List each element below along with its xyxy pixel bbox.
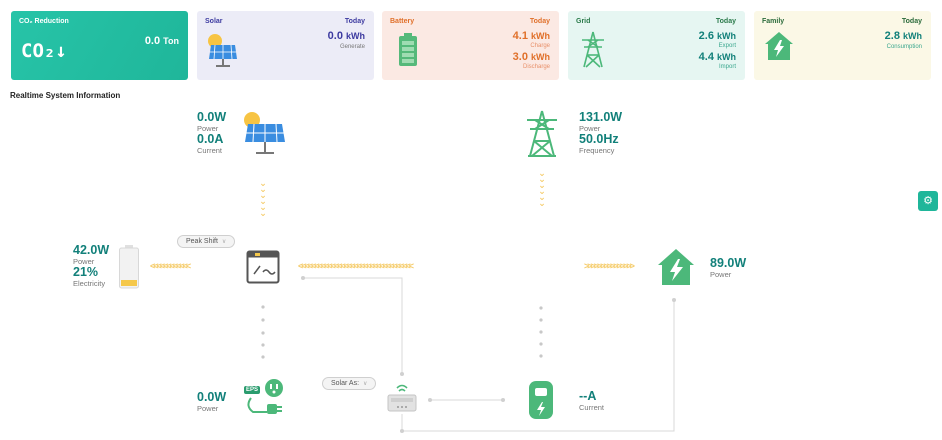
flow-lines — [261, 276, 676, 433]
home-flow-arrows: >>>>>>>>>>>>>>> — [584, 261, 635, 271]
mode-select-value: Peak Shift — [186, 238, 218, 245]
chevron-down-icon: ∨ — [221, 239, 227, 245]
solar-panel-node-icon — [240, 110, 288, 163]
charger-current-value: --A — [579, 389, 597, 403]
grid-flow-arrows: ⌄ ⌄ ⌄ ⌄ ⌄ ⌄ — [538, 168, 546, 208]
eps-plug-icon: EPS — [243, 378, 285, 418]
inverter-flow-arrows: <<<<<<<<<<<<<<<<<<<<<<<<<<<<<<<<<<< — [298, 261, 414, 271]
settings-gear-icon[interactable]: ⚙ — [918, 191, 938, 211]
mode-select[interactable]: Peak Shift ∨ — [177, 235, 236, 248]
inverter-icon[interactable] — [246, 250, 280, 289]
smart-meter-icon[interactable] — [386, 383, 418, 418]
solar-current-value: 0.0A — [197, 132, 224, 146]
charger-current-label: Current — [579, 403, 605, 412]
power-tower-node-icon — [525, 110, 559, 163]
dashboard: CO₂ Reduction CO₂↓ 0.0 Ton Solar Today 0… — [0, 0, 942, 440]
home-power-label: Power — [710, 270, 732, 279]
grid-frequency-label: Frequency — [579, 146, 615, 155]
grid-power-value: 131.0W — [579, 110, 623, 124]
solar-assist-select-value: Solar As: — [331, 380, 360, 387]
grid-frequency-value: 50.0Hz — [579, 132, 619, 146]
battery-power-value: 42.0W — [73, 243, 110, 257]
charger-metrics: --A Current — [579, 389, 605, 413]
battery-metrics: 42.0W Power 21% Electricity — [73, 243, 110, 289]
chevron-down-icon: ∨ — [363, 381, 368, 387]
eps-power-value: 0.0W — [197, 390, 227, 404]
home-metrics: 89.0W Power — [710, 256, 747, 280]
ev-charger-icon[interactable] — [528, 380, 554, 425]
home-power-value: 89.0W — [710, 256, 747, 270]
eps-metrics: 0.0W Power — [197, 390, 227, 414]
solar-flow-arrows: ⌄ ⌄ ⌄ ⌄ ⌄ ⌄ — [259, 178, 267, 218]
solar-metrics: 0.0W Power 0.0A Current — [197, 110, 227, 156]
solar-power-value: 0.0W — [197, 110, 227, 124]
solar-assist-select[interactable]: Solar As: ∨ — [322, 377, 377, 390]
battery-level-icon — [118, 244, 140, 295]
battery-soc-value: 21% — [73, 265, 99, 279]
battery-soc-label: Electricity — [73, 279, 106, 288]
home-node-icon — [657, 248, 695, 291]
battery-flow-arrows: <<<<<<<<<<<< — [150, 261, 191, 271]
grid-metrics: 131.0W Power 50.0Hz Frequency — [579, 110, 623, 156]
solar-current-label: Current — [197, 146, 223, 155]
eps-badge: EPS — [244, 386, 261, 394]
eps-power-label: Power — [197, 404, 219, 413]
